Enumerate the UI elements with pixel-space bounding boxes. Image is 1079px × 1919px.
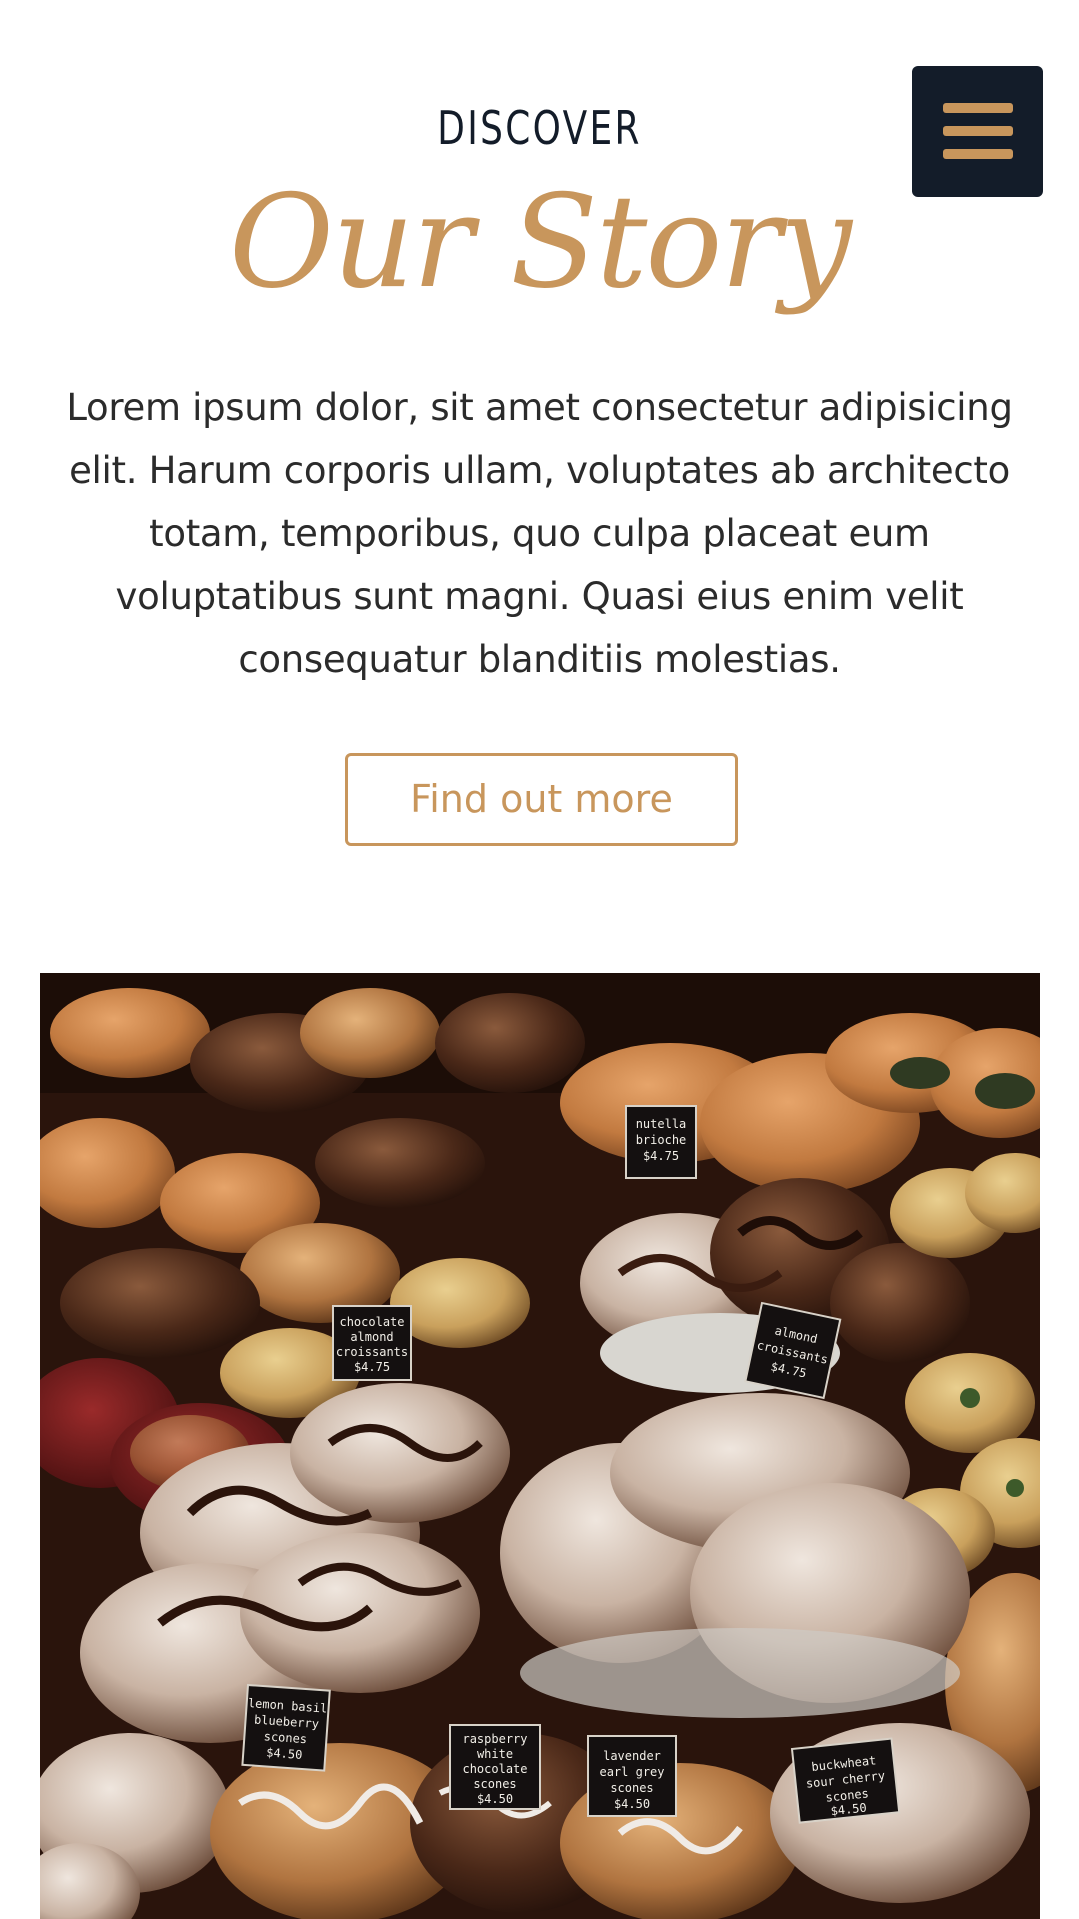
page-title: Our Story xyxy=(229,168,852,317)
tag-raspberry-line2: white xyxy=(477,1747,513,1761)
tag-raspberry-line5: $4.50 xyxy=(477,1792,513,1806)
tag-lavender-line2: earl grey xyxy=(599,1765,664,1779)
intro-paragraph: Lorem ipsum dolor, sit amet consectetur … xyxy=(66,386,1013,681)
tag-lavender-line4: $4.50 xyxy=(614,1797,650,1811)
tag-raspberry-line1: raspberry xyxy=(462,1732,527,1746)
tag-raspberry-line3: chocolate xyxy=(462,1762,527,1776)
tag-nutella-line3: $4.75 xyxy=(643,1149,679,1163)
tag-lavender-line3: scones xyxy=(610,1781,653,1795)
tag-lavender-line1: lavender xyxy=(603,1749,661,1763)
tag-raspberry-line4: scones xyxy=(473,1777,516,1791)
section-eyebrow: DISCOVER xyxy=(437,101,642,155)
find-out-more-button[interactable]: Find out more xyxy=(345,753,738,846)
tag-choc-line1: chocolate xyxy=(339,1315,404,1329)
tag-choc-line4: $4.75 xyxy=(354,1360,390,1374)
tag-nutella-line2: brioche xyxy=(636,1133,687,1147)
tag-choc-line2: almond xyxy=(350,1330,393,1344)
tag-choc-line3: croissants xyxy=(336,1345,408,1359)
bakery-photo: nutella brioche $4.75 chocolate almond c… xyxy=(40,973,1040,1919)
tag-lemon-line4: $4.50 xyxy=(266,1745,303,1761)
tag-nutella-line1: nutella xyxy=(636,1117,687,1131)
